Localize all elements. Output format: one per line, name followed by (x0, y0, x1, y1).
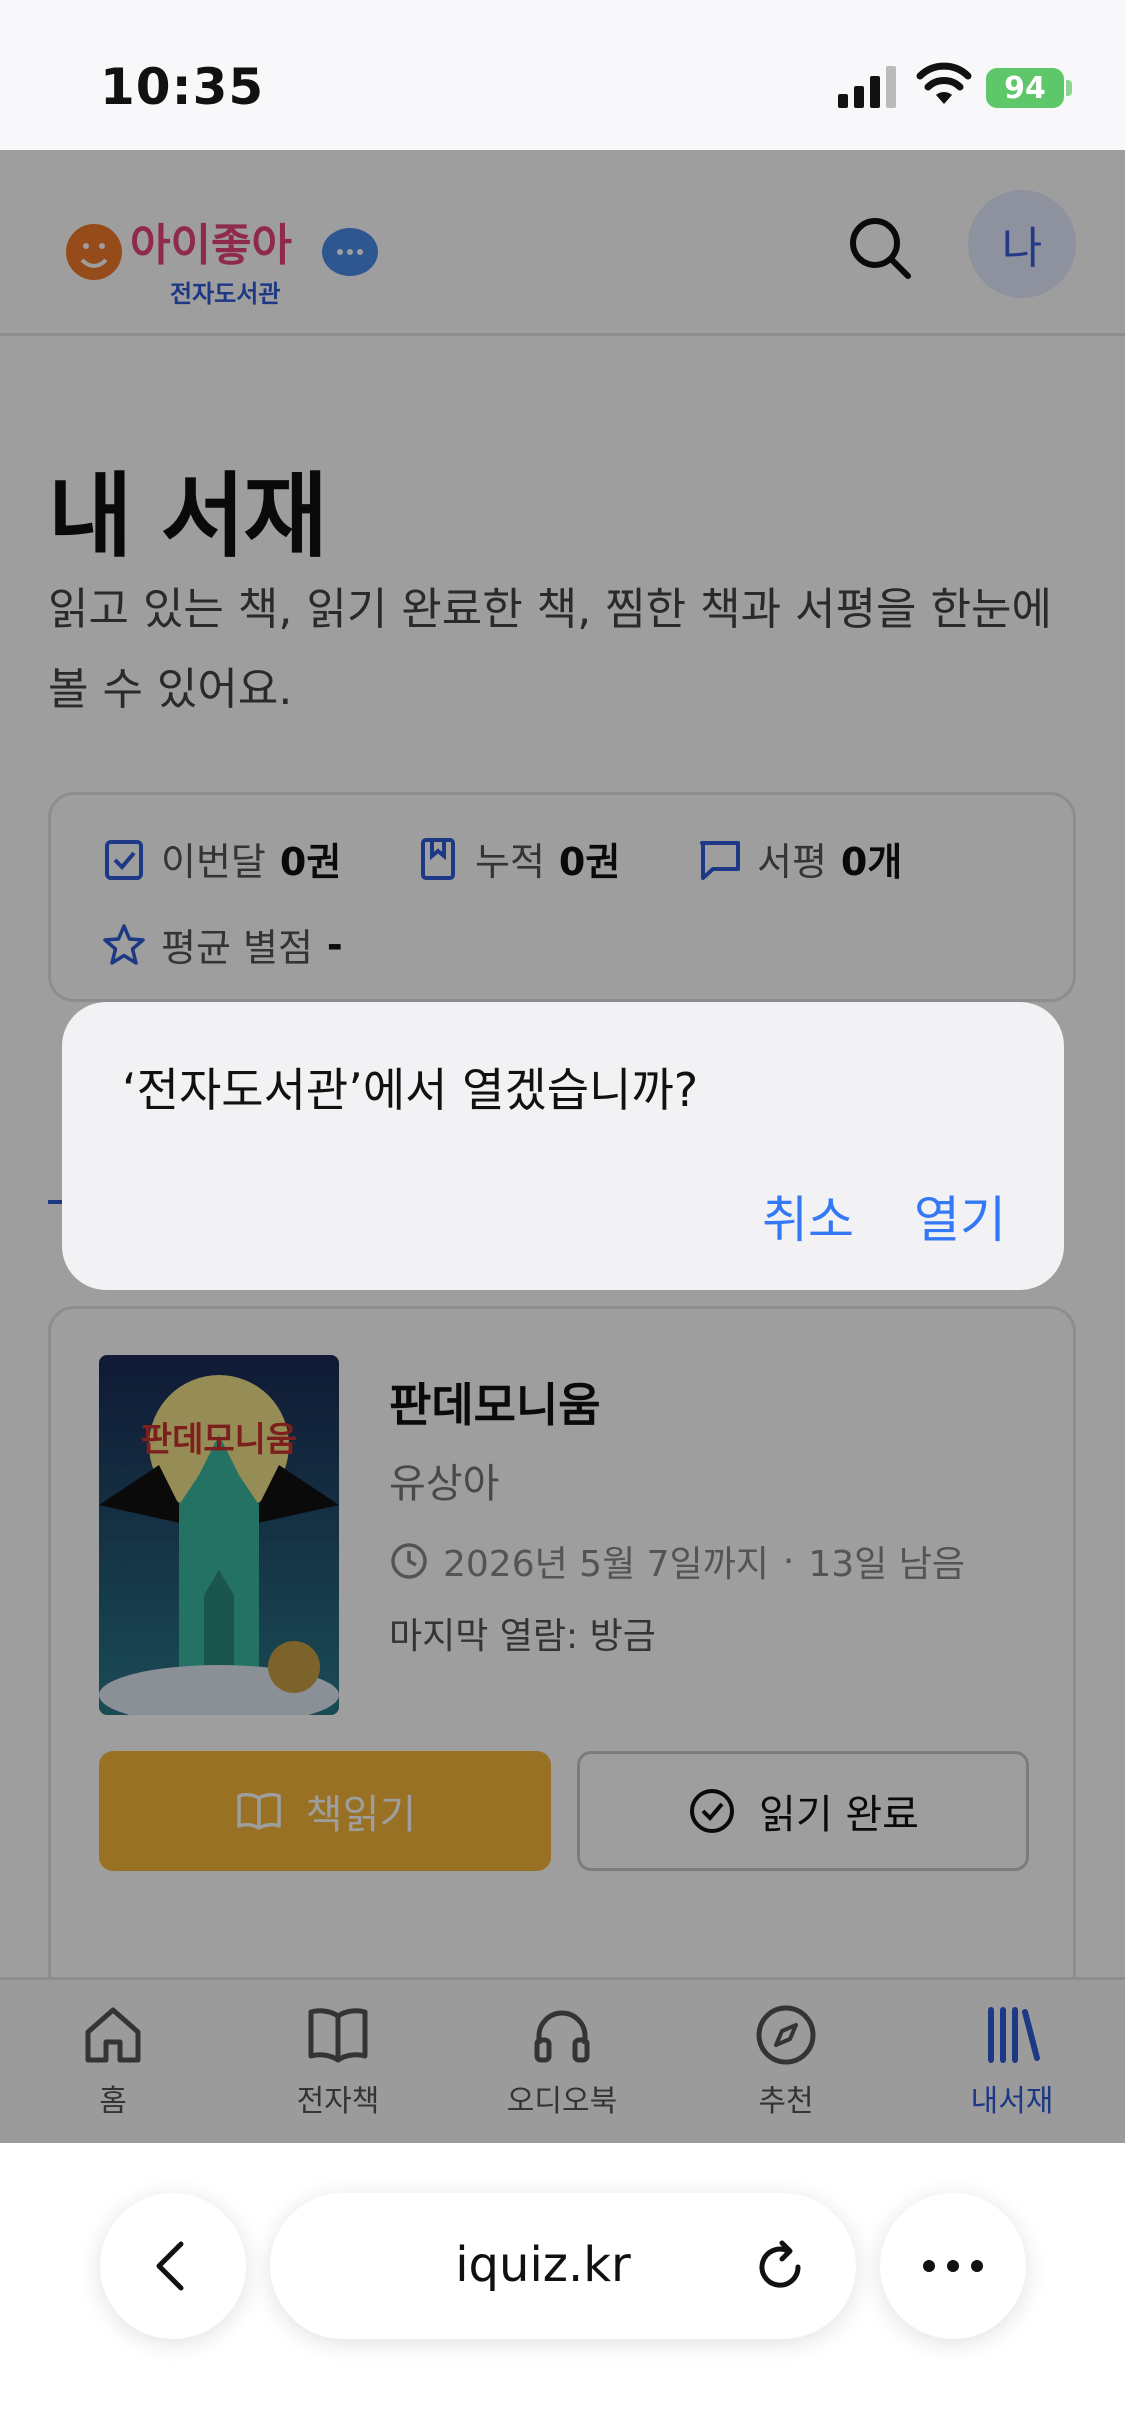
back-button[interactable] (100, 2193, 246, 2339)
ellipsis-icon (923, 2260, 983, 2272)
dialog-open-button[interactable]: 열기 (914, 1180, 1006, 1252)
battery-cap (1066, 80, 1072, 96)
browser-toolbar: iquiz.kr (0, 2143, 1125, 2436)
address-bar[interactable]: iquiz.kr (270, 2193, 856, 2339)
battery-indicator: 94 (986, 68, 1064, 108)
open-app-dialog: ‘전자도서관’에서 열겠습니까? 취소 열기 (62, 1002, 1064, 1290)
chevron-left-icon (156, 2241, 184, 2291)
dialog-message: ‘전자도서관’에서 열겠습니까? (122, 1063, 699, 1117)
status-time: 10:35 (100, 58, 265, 116)
more-button[interactable] (880, 2193, 1026, 2339)
status-bar: 10:35 94 (0, 0, 1125, 150)
cellular-signal-icon (838, 66, 896, 108)
dialog-cancel-button[interactable]: 취소 (762, 1180, 854, 1252)
reload-icon[interactable] (750, 2237, 810, 2297)
wifi-icon (916, 62, 972, 104)
